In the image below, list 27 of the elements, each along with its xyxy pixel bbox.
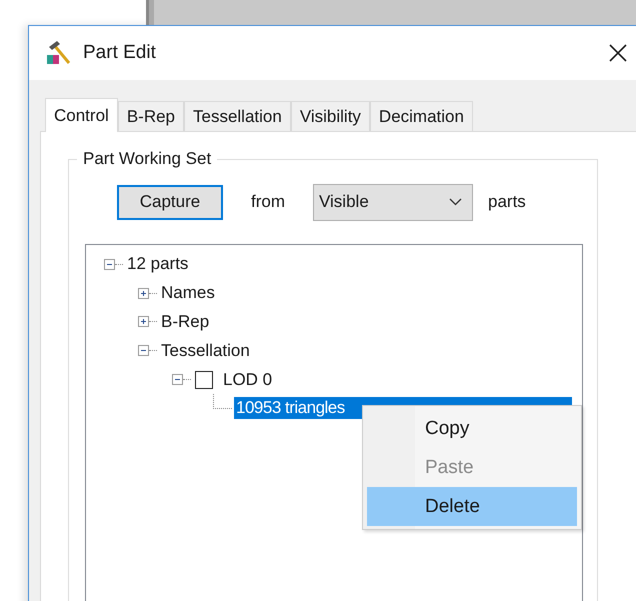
menu-item[interactable]: Delete (367, 487, 577, 526)
tab[interactable]: Decimation (370, 101, 473, 131)
source-dropdown[interactable]: Visible (313, 184, 473, 220)
tree-item[interactable]: LOD 0 (221, 368, 274, 391)
parts-label: parts (488, 192, 526, 212)
group-title: Part Working Set (77, 149, 218, 169)
tree-item[interactable]: B-Rep (159, 310, 212, 333)
window-title: Part Edit (83, 42, 156, 64)
tree-item[interactable]: Names (159, 282, 217, 304)
tab[interactable]: B-Rep (118, 101, 184, 131)
capture-button[interactable]: Capture (117, 184, 223, 220)
tab[interactable]: Tessellation (184, 101, 291, 131)
tree-item[interactable]: Tessellation (159, 340, 252, 362)
collapse-icon[interactable] (138, 345, 149, 356)
expand-icon[interactable] (138, 316, 149, 328)
checkbox[interactable] (195, 370, 213, 389)
collapse-icon[interactable] (172, 374, 183, 386)
from-label: from (251, 192, 285, 212)
hammer-icon (45, 40, 73, 66)
collapse-icon[interactable] (104, 258, 115, 270)
expand-icon[interactable] (138, 288, 149, 299)
tab[interactable]: Control (45, 98, 118, 132)
tab[interactable]: Visibility (290, 101, 370, 131)
menu-item[interactable]: Copy (367, 409, 577, 448)
close-icon[interactable] (608, 43, 628, 63)
tree-item[interactable]: 12 parts (125, 253, 190, 276)
chevron-down-icon (449, 198, 462, 206)
